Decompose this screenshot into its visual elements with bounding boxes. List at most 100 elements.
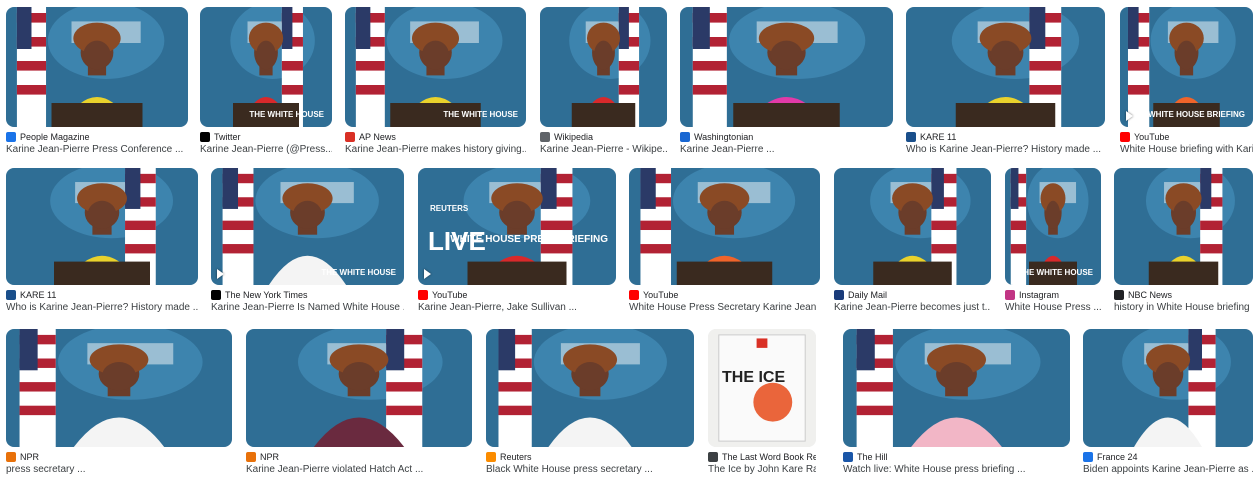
thumbnail-image — [1114, 168, 1253, 285]
result-thumbnail[interactable]: THE ICE — [708, 329, 816, 447]
image-result[interactable]: The Hill Watch live: White House press br… — [843, 329, 1070, 481]
image-result[interactable]: KARE 11 Who is Karine Jean-Pierre? Histor… — [906, 7, 1105, 161]
image-result[interactable]: France 24 Biden appoints Karine Jean-Pier… — [1083, 329, 1253, 481]
people-favicon-icon — [6, 132, 16, 142]
result-source[interactable]: People Magazine — [6, 130, 188, 144]
result-source[interactable]: YouTube — [1120, 130, 1253, 144]
result-thumbnail[interactable]: THE WHITE HOUSE — [345, 7, 526, 127]
result-caption[interactable]: Black White House press secretary ... — [486, 464, 694, 478]
result-thumbnail[interactable] — [834, 168, 991, 285]
result-source[interactable]: Instagram — [1005, 288, 1101, 302]
live-label: LIVE — [428, 226, 486, 256]
result-source[interactable]: Daily Mail — [834, 288, 991, 302]
source-name: NPR — [20, 452, 40, 462]
result-thumbnail[interactable] — [843, 329, 1070, 447]
result-caption[interactable]: Karine Jean-Pierre ... — [680, 144, 893, 158]
image-result[interactable]: Washingtonian Karine Jean-Pierre ... — [680, 7, 893, 161]
image-result[interactable]: Daily Mail Karine Jean-Pierre becomes jus… — [834, 168, 991, 319]
result-caption[interactable]: Karine Jean-Pierre Press Conference ... — [6, 144, 188, 158]
result-caption[interactable]: White House briefing with Karine — [1120, 144, 1253, 158]
image-result[interactable]: WHITE HOUSE PRESS BRIEFING LIVE REUTERS You… — [418, 168, 616, 319]
result-caption[interactable]: Who is Karine Jean-Pierre? History made … — [6, 302, 198, 316]
result-source[interactable]: Washingtonian — [680, 130, 893, 144]
result-source[interactable]: The Hill — [843, 450, 1070, 464]
result-thumbnail[interactable]: THE WHITE HOUSE — [211, 168, 404, 285]
result-source[interactable]: Wikipedia — [540, 130, 667, 144]
result-source[interactable]: The Last Word Book Review — [708, 450, 816, 464]
result-caption[interactable]: Watch live: White House press briefing .… — [843, 464, 1070, 478]
result-thumbnail[interactable] — [486, 329, 694, 447]
thumbnail-image — [843, 329, 1070, 447]
source-name: Reuters — [500, 452, 532, 462]
result-thumbnail[interactable] — [6, 7, 188, 127]
result-caption[interactable]: Karine Jean-Pierre - Wikipe... — [540, 144, 667, 158]
result-thumbnail[interactable] — [629, 168, 820, 285]
result-thumbnail[interactable]: WHITE HOUSE BRIEFING — [1120, 7, 1253, 127]
result-source[interactable]: France 24 — [1083, 450, 1253, 464]
image-result[interactable]: NPR Karine Jean-Pierre violated Hatch Act… — [246, 329, 472, 481]
result-source[interactable]: YouTube — [629, 288, 820, 302]
result-caption[interactable]: Karine Jean-Pierre violated Hatch Act ..… — [246, 464, 472, 478]
youtube-favicon-icon — [1120, 132, 1130, 142]
result-caption[interactable]: White House Press Secretary Karine Jean … — [629, 302, 820, 316]
image-result[interactable]: YouTube White House Press Secretary Karin… — [629, 168, 820, 319]
result-caption[interactable]: Karine Jean-Pierre (@Press... — [200, 144, 332, 158]
thumbnail-image — [906, 7, 1105, 127]
result-source[interactable]: KARE 11 — [906, 130, 1105, 144]
image-result[interactable]: Wikipedia Karine Jean-Pierre - Wikipe... — [540, 7, 667, 161]
result-caption[interactable]: Karine Jean-Pierre makes history giving.… — [345, 144, 526, 158]
result-thumbnail[interactable]: WHITE HOUSE PRESS BRIEFING LIVE REUTERS — [418, 168, 616, 285]
image-result[interactable]: KARE 11 Who is Karine Jean-Pierre? Histor… — [6, 168, 198, 319]
thumbnail-image — [200, 7, 332, 127]
result-thumbnail[interactable] — [906, 7, 1105, 127]
image-result[interactable]: Reuters Black White House press secretary… — [486, 329, 694, 481]
image-result[interactable]: THE WHITE HOUSE The New York Times Karine … — [211, 168, 404, 319]
image-result[interactable]: THE WHITE HOUSE AP News Karine Jean-Pierre… — [345, 7, 526, 161]
thumbnail-image — [486, 329, 694, 447]
result-thumbnail[interactable] — [680, 7, 893, 127]
image-result[interactable]: NBC News history in White House briefing … — [1114, 168, 1253, 319]
result-caption[interactable]: history in White House briefing r — [1114, 302, 1253, 316]
result-source[interactable]: NPR — [246, 450, 472, 464]
result-source[interactable]: Twitter — [200, 130, 332, 144]
result-thumbnail[interactable] — [540, 7, 667, 127]
result-thumbnail[interactable] — [246, 329, 472, 447]
nbc-favicon-icon — [1114, 290, 1124, 300]
result-thumbnail[interactable] — [6, 329, 232, 447]
kare11-favicon-icon — [6, 290, 16, 300]
image-result[interactable]: NPR press secretary ... — [6, 329, 232, 481]
image-result[interactable]: THE ICE The Last Word Book Review The Ice … — [708, 329, 816, 481]
image-result[interactable]: WHITE HOUSE BRIEFING YouTube White House b… — [1120, 7, 1253, 161]
wikipedia-favicon-icon — [540, 132, 550, 142]
source-name: NBC News — [1128, 290, 1173, 300]
result-caption[interactable]: Biden appoints Karine Jean-Pierre as ... — [1083, 464, 1253, 478]
image-result[interactable]: THE WHITE HOUSE Instagram White House Pres… — [1005, 168, 1101, 319]
image-result[interactable]: THE WHITE HOUSE Twitter Karine Jean-Pierre… — [200, 7, 332, 161]
result-caption[interactable]: White House Press ... — [1005, 302, 1101, 316]
result-source[interactable]: NBC News — [1114, 288, 1253, 302]
image-result[interactable]: People Magazine Karine Jean-Pierre Press … — [6, 7, 188, 161]
result-thumbnail[interactable] — [1083, 329, 1253, 447]
result-source[interactable]: KARE 11 — [6, 288, 198, 302]
result-caption[interactable]: The Ice by John Kare Raa... — [708, 464, 816, 478]
result-caption[interactable]: Who is Karine Jean-Pierre? History made … — [906, 144, 1105, 158]
result-source[interactable]: AP News — [345, 130, 526, 144]
result-thumbnail[interactable]: THE WHITE HOUSE — [200, 7, 332, 127]
result-thumbnail[interactable] — [6, 168, 198, 285]
result-thumbnail[interactable] — [1114, 168, 1253, 285]
result-caption[interactable]: Karine Jean-Pierre becomes just t... — [834, 302, 991, 316]
source-name: YouTube — [1134, 132, 1170, 142]
result-source[interactable]: YouTube — [418, 288, 616, 302]
result-source[interactable]: Reuters — [486, 450, 694, 464]
result-thumbnail[interactable]: THE WHITE HOUSE — [1005, 168, 1101, 285]
source-name: Washingtonian — [694, 132, 754, 142]
result-source[interactable]: The New York Times — [211, 288, 404, 302]
daily-mail-favicon-icon — [834, 290, 844, 300]
nyt-favicon-icon — [211, 290, 221, 300]
result-caption[interactable]: press secretary ... — [6, 464, 232, 478]
thumbnail-overlay-text: THE WHITE HOUSE — [1018, 268, 1093, 277]
result-caption[interactable]: Karine Jean-Pierre Is Named White House … — [211, 302, 404, 316]
result-source[interactable]: NPR — [6, 450, 232, 464]
result-caption[interactable]: Karine Jean-Pierre, Jake Sullivan ... — [418, 302, 616, 316]
source-name: People Magazine — [20, 132, 90, 142]
